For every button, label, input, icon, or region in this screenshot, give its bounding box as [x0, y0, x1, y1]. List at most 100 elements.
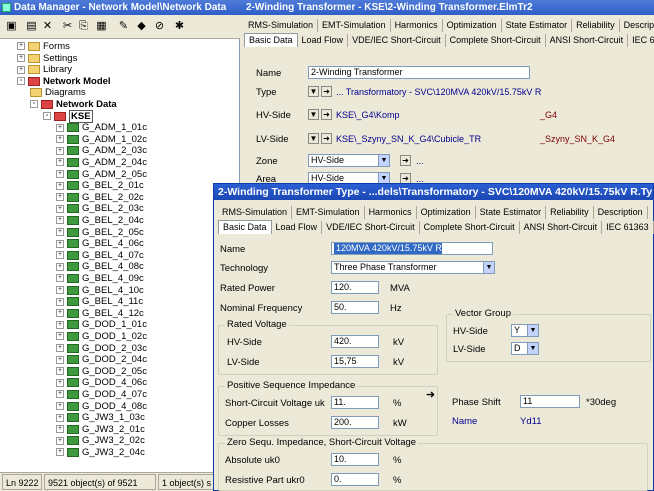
vg-lv-select[interactable]: D ▼ — [511, 342, 539, 355]
tree-item[interactable]: + Library — [17, 64, 72, 75]
tab[interactable]: Optimization — [417, 206, 476, 219]
chevron-down-icon[interactable]: ▼ — [527, 325, 538, 336]
expand-icon[interactable]: + — [56, 193, 64, 202]
tab[interactable]: State Estimator — [476, 206, 547, 219]
winding-title-bar[interactable]: 2-Winding Transformer - KSE\2-Winding Tr… — [240, 0, 654, 15]
arrow-right-icon[interactable]: ➜ — [425, 390, 436, 402]
hv-jump-arrow-icon[interactable]: ➜ — [321, 109, 332, 120]
winding-lv-link[interactable]: KSE\_Szyny_SN_K_G4\Cubicle_TR — [336, 134, 481, 144]
expand-icon[interactable]: + — [56, 170, 64, 179]
tree-item[interactable]: + G_DOD_1_02c — [56, 331, 147, 342]
expand-icon[interactable]: + — [56, 367, 64, 376]
tree-item[interactable]: - KSE — [43, 109, 93, 123]
chevron-down-icon[interactable]: ▼ — [378, 155, 389, 166]
sc-voltage-input[interactable]: 11. — [331, 396, 379, 409]
expand-icon[interactable]: + — [17, 42, 25, 51]
expand-icon[interactable]: + — [56, 204, 64, 213]
tab[interactable]: State Estimator — [502, 19, 573, 32]
tree-item[interactable]: Diagrams — [30, 87, 86, 98]
tree-item[interactable]: + G_DOD_4_06c — [56, 377, 147, 388]
tree-item[interactable]: + G_DOD_4_07c — [56, 389, 147, 400]
expand-icon[interactable]: + — [56, 251, 64, 260]
tab[interactable]: EMT-Simulation — [318, 19, 391, 32]
tree-item[interactable]: + G_DOD_2_05c — [56, 366, 147, 377]
tree-item[interactable]: + G_BEL_2_05c — [56, 227, 144, 238]
expand-icon[interactable]: + — [56, 181, 64, 190]
phase-shift-input[interactable]: 11 — [520, 395, 580, 408]
tab[interactable]: ANSI Short-Circuit — [546, 34, 629, 47]
winding-name-input[interactable]: 2-Winding Transformer — [308, 66, 530, 79]
data-manager-title-bar[interactable]: Data Manager - Network Model\Network Dat… — [0, 0, 240, 15]
tree-item[interactable]: + G_JW3_2_01c — [56, 424, 145, 435]
tree-item[interactable]: + G_BEL_4_10c — [56, 285, 144, 296]
tab[interactable]: EMT-Simulation — [292, 206, 365, 219]
tab[interactable]: Load Flow — [298, 34, 349, 47]
tree-item[interactable]: + G_DOD_4_08c — [56, 401, 147, 412]
expand-icon[interactable]: + — [56, 402, 64, 411]
expand-icon[interactable]: + — [56, 309, 64, 318]
zone-link[interactable]: ... — [416, 156, 424, 166]
expand-icon[interactable]: + — [56, 239, 64, 248]
lv-select-button[interactable]: ▼ — [308, 133, 319, 144]
expand-icon[interactable]: + — [56, 436, 64, 445]
expand-icon[interactable]: + — [56, 390, 64, 399]
expand-icon[interactable]: + — [56, 216, 64, 225]
tree-item[interactable]: + Settings — [17, 53, 77, 64]
tab[interactable]: IEC 61363 — [602, 221, 654, 234]
expand-icon[interactable]: + — [56, 378, 64, 387]
expand-icon[interactable]: + — [56, 123, 64, 132]
stop-icon[interactable]: ✱ — [172, 19, 187, 34]
tree-item[interactable]: + G_BEL_2_01c — [56, 180, 144, 191]
expand-icon[interactable]: + — [56, 425, 64, 434]
tab[interactable]: VDE/IEC Short-Circuit — [322, 221, 420, 234]
tab[interactable]: Harmonics — [391, 19, 443, 32]
expand-icon[interactable]: + — [17, 54, 25, 63]
paste-icon[interactable]: ✎ — [116, 19, 131, 34]
copy-icon[interactable]: ✕ — [40, 19, 55, 34]
cut-icon[interactable]: ⎘ — [76, 19, 91, 34]
zone-jump-arrow-icon[interactable]: ➜ — [400, 155, 411, 166]
tree-item[interactable]: + G_BEL_4_07c — [56, 250, 144, 261]
lv-voltage-input[interactable]: 15,75 — [331, 355, 379, 368]
tree-item[interactable]: + G_ADM_2_03c — [56, 145, 147, 156]
tab[interactable]: Harmonics — [365, 206, 417, 219]
expand-icon[interactable]: + — [56, 146, 64, 155]
lv-jump-arrow-icon[interactable]: ➜ — [321, 133, 332, 144]
expand-icon[interactable]: + — [56, 448, 64, 457]
tab[interactable]: Load Flow — [272, 221, 323, 234]
expand-icon[interactable]: + — [56, 320, 64, 329]
chevron-down-icon[interactable]: ▼ — [483, 262, 494, 273]
resistive-ukr0-input[interactable]: 0. — [331, 473, 379, 486]
expand-icon[interactable]: + — [56, 262, 64, 271]
expand-icon[interactable]: + — [56, 413, 64, 422]
filter-icon[interactable]: ⊘ — [152, 19, 167, 34]
tab[interactable]: Basic Data — [218, 220, 272, 234]
tab[interactable]: VDE/IEC Short-Circuit — [348, 34, 446, 47]
winding-hv-link[interactable]: KSE\_G4\Komp — [336, 110, 400, 120]
tab[interactable]: Complete Short-Circuit — [420, 221, 520, 234]
tree-item[interactable]: + G_JW3_2_04c — [56, 447, 145, 458]
expand-icon[interactable]: + — [56, 274, 64, 283]
tree-item[interactable]: + G_BEL_2_02c — [56, 192, 144, 203]
expand-icon[interactable]: + — [56, 228, 64, 237]
tab[interactable]: ANSI Short-Circuit — [520, 221, 603, 234]
expand-icon[interactable]: + — [56, 286, 64, 295]
winding-type-link[interactable]: ... Transformatory - SVC\120MVA 420kV/15… — [336, 87, 541, 97]
tab[interactable]: Reliability — [572, 19, 620, 32]
copy2-icon[interactable]: ▦ — [94, 19, 109, 34]
tree-item[interactable]: + G_BEL_4_11c — [56, 296, 143, 307]
collapse-icon[interactable]: - — [43, 112, 51, 121]
tree-item[interactable]: + G_BEL_4_06c — [56, 238, 144, 249]
collapse-icon[interactable]: - — [17, 77, 25, 86]
frequency-input[interactable]: 50. — [331, 301, 379, 314]
tree-item[interactable]: + G_BEL_4_08c — [56, 261, 144, 272]
expand-icon[interactable]: + — [56, 332, 64, 341]
expand-icon[interactable]: + — [56, 297, 64, 306]
tree-item[interactable]: + G_DOD_2_04c — [56, 354, 147, 365]
edit-icon[interactable]: ◆ — [134, 19, 149, 34]
collapse-icon[interactable]: - — [30, 100, 38, 109]
tab[interactable]: Basic Data — [244, 33, 298, 47]
type-dialog-title[interactable]: 2-Winding Transformer Type - ...dels\Tra… — [214, 184, 653, 200]
copper-losses-input[interactable]: 200. — [331, 416, 379, 429]
tab[interactable]: Reliability — [546, 206, 594, 219]
